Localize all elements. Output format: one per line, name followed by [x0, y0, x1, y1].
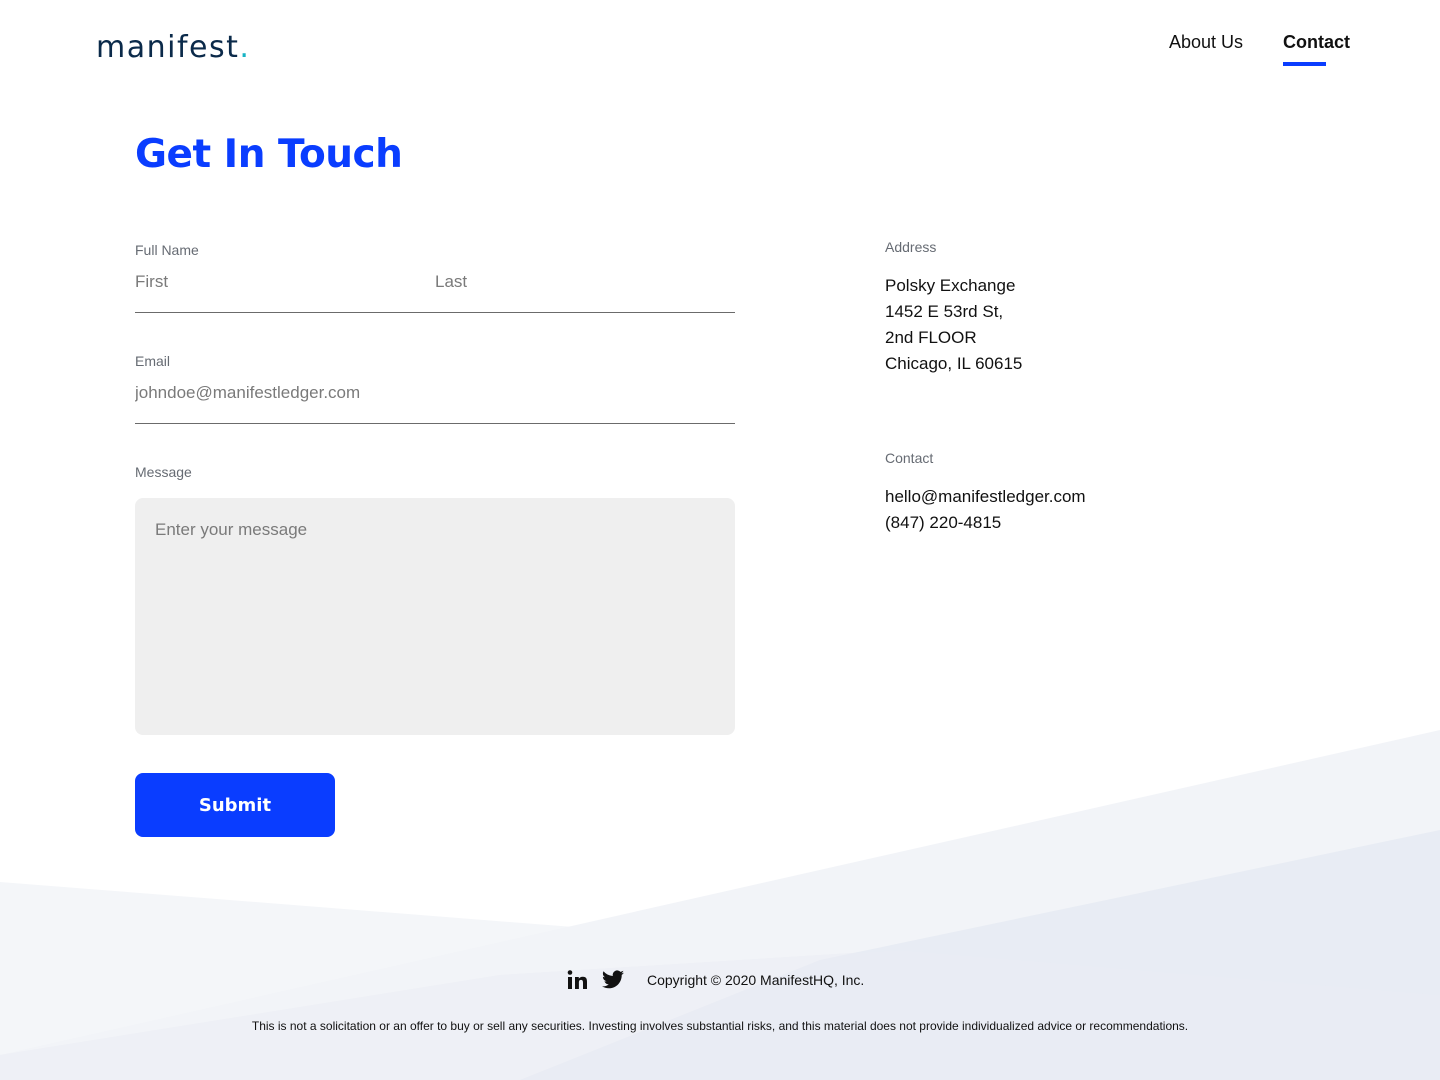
- full-name-field: Full Name: [135, 242, 735, 313]
- address-line: Polsky Exchange: [885, 276, 1016, 295]
- contact-form: Full Name Email Message Submit: [135, 242, 735, 837]
- linkedin-icon[interactable]: [566, 968, 590, 992]
- full-name-label: Full Name: [135, 242, 199, 258]
- email-field: Email: [135, 353, 735, 424]
- last-name-input[interactable]: [435, 272, 735, 292]
- contact-label: Contact: [885, 450, 934, 466]
- address-block: Address Polsky Exchange 1452 E 53rd St, …: [885, 239, 1022, 377]
- address-label: Address: [885, 239, 937, 255]
- copyright-text: Copyright © 2020 ManifestHQ, Inc.: [647, 972, 865, 988]
- disclaimer-text: This is not a solicitation or an offer t…: [251, 1019, 1189, 1033]
- contact-block: Contact hello@manifestledger.com (847) 2…: [885, 450, 1086, 536]
- logo-dot: .: [239, 30, 251, 65]
- email-label: Email: [135, 353, 171, 369]
- main-nav: About Us Contact: [1169, 32, 1350, 66]
- contact-email[interactable]: hello@manifestledger.com: [885, 484, 1086, 510]
- nav-contact[interactable]: Contact: [1283, 32, 1350, 66]
- page-title: Get In Touch: [135, 132, 403, 177]
- logo-text: manifest: [96, 30, 240, 65]
- first-name-input[interactable]: [135, 272, 435, 292]
- address-line: 2nd FLOOR: [885, 328, 977, 347]
- address-line: 1452 E 53rd St,: [885, 302, 1004, 321]
- message-textarea[interactable]: [135, 498, 735, 735]
- nav-about-us[interactable]: About Us: [1169, 32, 1243, 65]
- message-field: Message: [135, 464, 735, 735]
- address-line: Chicago, IL 60615: [885, 354, 1023, 373]
- submit-button[interactable]: Submit: [135, 773, 335, 837]
- name-row: [135, 272, 735, 292]
- manifest-logo[interactable]: manifest.: [96, 30, 250, 65]
- message-label: Message: [135, 464, 192, 480]
- twitter-icon[interactable]: [601, 968, 625, 992]
- contact-phone[interactable]: (847) 220-4815: [885, 510, 1086, 536]
- footer-row: Copyright © 2020 ManifestHQ, Inc.: [566, 968, 864, 992]
- email-input[interactable]: [135, 383, 735, 403]
